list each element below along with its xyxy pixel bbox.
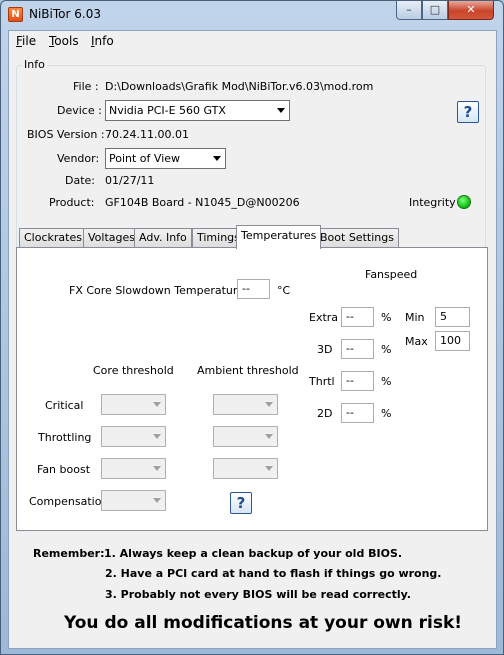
critical-label: Critical [45, 399, 84, 412]
fanspeed-title: Fanspeed [365, 268, 418, 281]
fx-slowdown-label: FX Core Slowdown Temperature : [69, 284, 252, 297]
remember-line-3: 3. Probably not every BIOS will be read … [105, 588, 411, 601]
temperatures-help-button[interactable]: ? [230, 492, 252, 514]
chevron-down-icon [277, 108, 285, 113]
fan-3d-unit: % [381, 343, 392, 356]
fan-extra-label: Extra [309, 311, 339, 324]
question-mark-icon: ? [463, 103, 473, 121]
vendor-label: Vendor: [57, 152, 100, 165]
menu-bar: File Tools Info [9, 31, 496, 51]
risk-warning: You do all modifications at your own ris… [64, 613, 463, 633]
minimize-button[interactable]: – [396, 1, 422, 20]
device-select-value: Nvidia PCI-E 560 GTX [109, 104, 226, 117]
file-label: File : [73, 80, 99, 93]
integrity-label: Integrity : [409, 196, 463, 209]
question-mark-icon: ? [236, 494, 246, 512]
product-label: Product: [49, 196, 95, 209]
bios-version-value: 70.24.11.00.01 [105, 128, 189, 141]
date-label: Date: [65, 174, 95, 187]
compensation-label: Compensation [29, 495, 109, 508]
fan-extra-input[interactable]: -- [341, 307, 374, 327]
chevron-down-icon [265, 402, 273, 407]
tab-clockrates[interactable]: Clockrates [19, 228, 87, 248]
fan-2d-unit: % [381, 407, 392, 420]
date-value: 01/27/11 [105, 174, 155, 187]
fan-extra-unit: % [381, 311, 392, 324]
menu-info[interactable]: Info [91, 34, 114, 48]
fan-boost-ambient-select[interactable] [213, 458, 278, 479]
throttling-ambient-select[interactable] [213, 426, 278, 447]
remember-line-1: 1. Always keep a clean backup of your ol… [104, 547, 403, 560]
tab-boot-settings[interactable]: Boot Settings [315, 228, 399, 248]
chevron-down-icon [213, 156, 221, 161]
product-value: GF104B Board - N1045_D@N00206 [105, 196, 300, 209]
fan-boost-core-select[interactable] [101, 458, 166, 479]
integrity-status-icon [457, 195, 471, 209]
fan-thrtl-unit: % [381, 375, 392, 388]
throttling-core-select[interactable] [101, 426, 166, 447]
core-threshold-header: Core threshold [93, 364, 174, 377]
file-path-value: D:\Downloads\Grafik Mod\NiBiTor.v6.03\mo… [105, 80, 374, 93]
vendor-select[interactable]: Point of View [105, 148, 226, 169]
fan-max-input[interactable]: 100 [435, 331, 470, 351]
fan-thrtl-input[interactable]: -- [341, 371, 374, 391]
bios-version-label: BIOS Version : [27, 128, 105, 141]
window-title: NiBiTor 6.03 [29, 7, 101, 21]
fan-max-label: Max [405, 335, 428, 348]
chevron-down-icon [153, 498, 161, 503]
chevron-down-icon [265, 434, 273, 439]
menu-tools[interactable]: Tools [49, 34, 79, 48]
chevron-down-icon [153, 434, 161, 439]
fan-3d-input[interactable]: -- [341, 339, 374, 359]
remember-line-2: 2. Have a PCI card at hand to flash if t… [105, 567, 442, 580]
chevron-down-icon [153, 402, 161, 407]
fan-2d-input[interactable]: -- [341, 403, 374, 423]
title-bar[interactable]: N NiBiTor 6.03 – □ ✕ [1, 1, 503, 29]
fan-min-label: Min [405, 311, 425, 324]
critical-core-select[interactable] [101, 394, 166, 415]
main-window: N NiBiTor 6.03 – □ ✕ File Tools Info Inf… [0, 0, 504, 655]
device-select[interactable]: Nvidia PCI-E 560 GTX [105, 100, 290, 121]
remember-label: Remember: [33, 547, 105, 560]
vendor-select-value: Point of View [109, 152, 181, 165]
app-icon: N [8, 7, 23, 22]
tab-adv-info[interactable]: Adv. Info [134, 228, 192, 248]
fx-slowdown-input[interactable]: -- [237, 279, 270, 299]
close-button[interactable]: ✕ [448, 1, 494, 20]
device-label: Device : [57, 104, 102, 117]
ambient-threshold-header: Ambient threshold [197, 364, 299, 377]
fan-min-input[interactable]: 5 [435, 307, 470, 327]
info-help-button[interactable]: ? [457, 101, 479, 123]
tab-temperatures[interactable]: Temperatures [236, 225, 322, 249]
menu-file[interactable]: File [16, 34, 36, 48]
fan-3d-label: 3D [317, 343, 333, 356]
chevron-down-icon [265, 466, 273, 471]
info-group-title: Info [22, 58, 47, 71]
maximize-button[interactable]: □ [422, 1, 448, 20]
fan-2d-label: 2D [317, 407, 333, 420]
fan-thrtl-label: Thrtl [309, 375, 335, 388]
throttling-label: Throttling [38, 431, 92, 444]
compensation-core-select[interactable] [101, 490, 166, 511]
fx-slowdown-unit: °C [277, 284, 291, 297]
critical-ambient-select[interactable] [213, 394, 278, 415]
fan-boost-label: Fan boost [37, 463, 91, 476]
chevron-down-icon [153, 466, 161, 471]
tab-voltages[interactable]: Voltages [83, 228, 140, 248]
